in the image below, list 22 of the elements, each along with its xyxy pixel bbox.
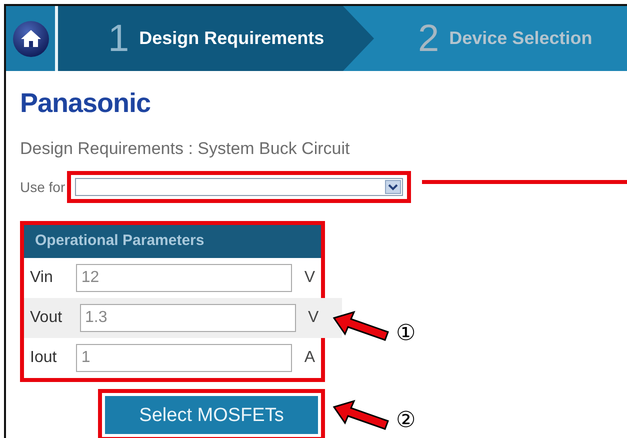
unit-label: V bbox=[308, 308, 319, 328]
step-tab[interactable]: 2 Device Selection bbox=[374, 6, 592, 71]
dropdown-caret-icon[interactable] bbox=[385, 180, 402, 194]
field-label: Vout bbox=[30, 308, 64, 328]
logo: Panasonic bbox=[20, 87, 152, 120]
page-subtitle: Design Requirements : System Buck Circuit bbox=[20, 138, 351, 160]
panel-header: Operational Parameters bbox=[24, 225, 321, 258]
callout-number: ① bbox=[396, 322, 416, 344]
field-label: Iout bbox=[30, 348, 58, 368]
field-label: Vin bbox=[30, 268, 54, 288]
field-label: Use for bbox=[20, 178, 66, 196]
step-tab[interactable]: 1 Design Requirements bbox=[58, 6, 374, 71]
callout-number: ② bbox=[396, 409, 416, 431]
arrow-icon bbox=[332, 310, 390, 344]
select-mosfets-button[interactable]: Select MOSFETs bbox=[105, 396, 318, 434]
unit-label: A bbox=[304, 348, 315, 368]
unit-label: V bbox=[304, 268, 315, 288]
input-field[interactable]: 12 bbox=[76, 264, 292, 292]
input-field[interactable]: 1 bbox=[76, 344, 292, 372]
input-field[interactable]: 1.3 bbox=[80, 304, 296, 332]
arrow-icon bbox=[332, 399, 390, 433]
home-button[interactable] bbox=[12, 20, 50, 58]
